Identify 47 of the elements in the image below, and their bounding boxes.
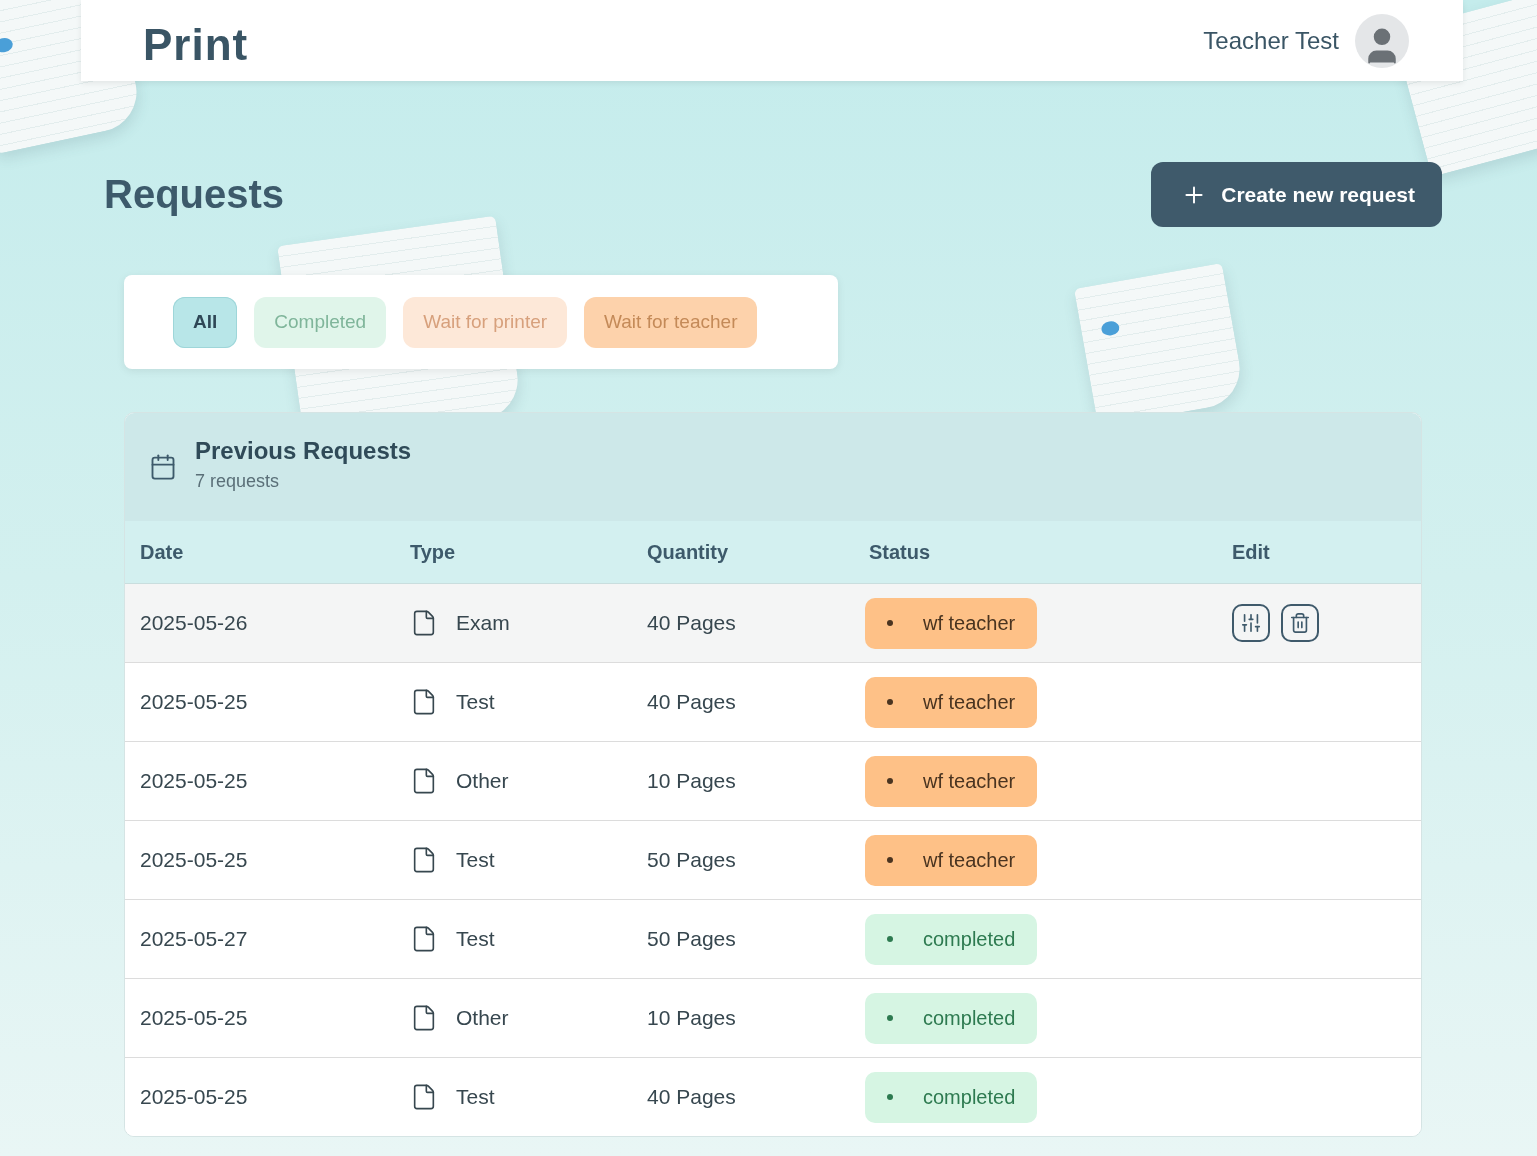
status-pill: wf teacher — [865, 834, 1038, 886]
create-request-button[interactable]: Create new request — [1151, 162, 1442, 227]
user-name: Teacher Test — [1203, 26, 1339, 55]
date-cell-text: 2025-05-25 — [140, 1085, 249, 1109]
status-pill: wf teacher — [865, 597, 1038, 649]
logo: Print — [143, 18, 249, 70]
page-title: Requests — [104, 172, 285, 217]
table-row[interactable]: 2025-05-26 Exam 40 Pages wf teacher — [125, 584, 1421, 663]
column-header: Quantity — [647, 540, 730, 564]
quantity-cell-text: 10 Pages — [647, 769, 737, 793]
type-cell: Other — [456, 1006, 509, 1030]
column-header: Status — [869, 540, 932, 564]
type-cell: Other — [456, 769, 509, 793]
date-cell-text: 2025-05-26 — [140, 611, 249, 635]
request-count: 7 requests — [195, 470, 281, 492]
sliders-icon — [1240, 612, 1262, 634]
quantity-cell-text: 10 Pages — [647, 1006, 737, 1030]
status-pill: completed — [865, 913, 1038, 965]
quantity-cell-text: 50 Pages — [647, 927, 737, 951]
date-cell-text: 2025-05-27 — [140, 927, 249, 951]
delete-button[interactable] — [1281, 604, 1319, 642]
status-pill: completed — [865, 1071, 1038, 1123]
filter-chip[interactable]: All — [173, 296, 238, 348]
type-cell: Test — [456, 927, 495, 951]
quantity-cell-text: 40 Pages — [647, 611, 737, 635]
date-cell-text: 2025-05-25 — [140, 690, 249, 714]
trash-icon — [1289, 612, 1311, 634]
calendar-icon — [149, 453, 177, 481]
status-pill: wf teacher — [865, 755, 1038, 807]
column-header: Type — [410, 540, 457, 564]
quantity-cell-text: 50 Pages — [647, 848, 737, 872]
status-pill: completed — [865, 992, 1038, 1044]
date-cell-text: 2025-05-25 — [140, 848, 249, 872]
date-cell-text: 2025-05-25 — [140, 1006, 249, 1030]
status-pill: wf teacher — [865, 676, 1038, 728]
type-cell: Test — [456, 690, 495, 714]
date-cell-text: 2025-05-25 — [140, 769, 249, 793]
column-header: Edit — [1232, 540, 1271, 564]
type-cell: Exam — [456, 611, 510, 635]
card-title: Previous Requests — [195, 436, 412, 465]
type-cell: Test — [456, 1085, 495, 1109]
type-cell: Test — [456, 848, 495, 872]
quantity-cell-text: 40 Pages — [647, 1085, 737, 1109]
avatar-icon[interactable] — [1355, 13, 1409, 68]
column-header: Date — [140, 540, 185, 564]
adjust-button[interactable] — [1232, 604, 1270, 642]
quantity-cell-text: 40 Pages — [647, 690, 737, 714]
